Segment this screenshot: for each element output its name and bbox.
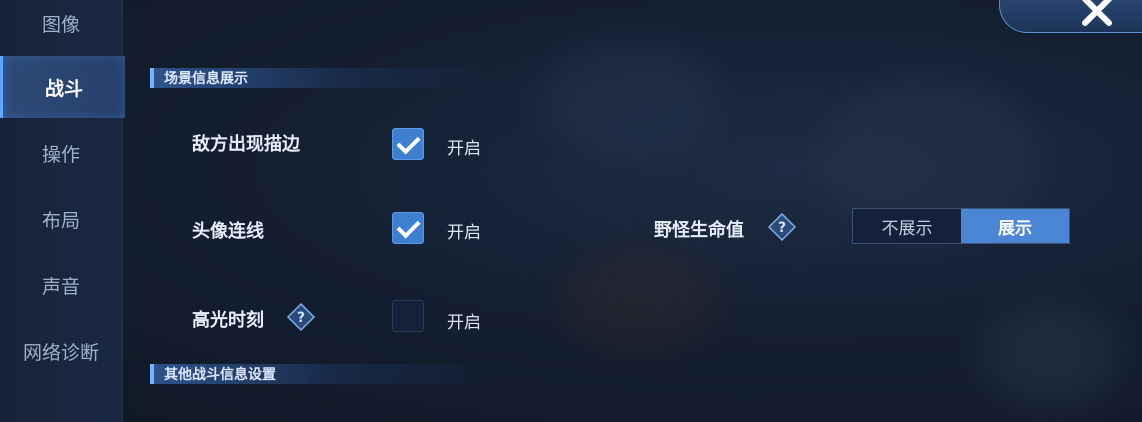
sidebar-item-layout[interactable]: 布局: [0, 188, 122, 250]
sidebar-item-operation[interactable]: 操作: [0, 122, 122, 184]
checkmark-icon: [396, 130, 421, 155]
sidebar-item-label: 声音: [41, 275, 80, 298]
highlight-moment-state: 开启: [447, 313, 481, 333]
monster-hp-label: 野怪生命值: [654, 220, 744, 241]
highlight-moment-label: 高光时刻: [192, 310, 264, 331]
sidebar-item-network-diagnosis[interactable]: 网络诊断: [0, 320, 122, 382]
section-title: 其他战斗信息设置: [164, 367, 276, 383]
enemy-outline-checkbox[interactable]: [392, 128, 424, 160]
avatar-link-checkbox[interactable]: [392, 212, 424, 244]
section-title: 场景信息展示: [164, 71, 248, 87]
avatar-link-state: 开启: [447, 223, 481, 243]
background-blur: [560, 250, 720, 350]
enemy-outline-label: 敌方出现描边: [192, 134, 300, 155]
help-diamond-icon[interactable]: ?: [286, 302, 316, 332]
enemy-outline-state: 开启: [447, 139, 481, 159]
option-label: 展示: [998, 218, 1032, 239]
monster-hp-toggle: 不展示 展示: [852, 208, 1070, 244]
section-header-scene-info: 场景信息展示: [150, 68, 490, 88]
sidebar-item-label: 战斗: [44, 77, 83, 100]
sidebar-item-battle[interactable]: 战斗: [0, 56, 125, 118]
sidebar-item-label: 布局: [41, 209, 80, 232]
close-button[interactable]: [999, 0, 1142, 33]
monster-hp-option-show[interactable]: 展示: [961, 209, 1069, 243]
close-icon: [1082, 0, 1112, 26]
monster-hp-option-hide[interactable]: 不展示: [853, 209, 961, 243]
background-blur: [540, 40, 720, 160]
checkmark-icon: [396, 214, 421, 239]
sidebar-item-image[interactable]: 图像: [0, 0, 122, 54]
sidebar-item-label: 网络诊断: [22, 341, 99, 364]
background-blur: [980, 300, 1120, 410]
option-label: 不展示: [881, 218, 933, 239]
section-header-other-battle-info: 其他战斗信息设置: [150, 364, 490, 384]
settings-sidebar: 图像 战斗 操作 布局 声音 网络诊断: [0, 0, 125, 422]
avatar-link-label: 头像连线: [192, 221, 264, 242]
help-diamond-icon[interactable]: ?: [767, 212, 797, 242]
svg-text:?: ?: [778, 220, 786, 236]
svg-text:?: ?: [297, 310, 305, 326]
highlight-moment-checkbox[interactable]: [392, 300, 424, 332]
sidebar-item-label: 图像: [41, 13, 80, 36]
sidebar-item-label: 操作: [41, 143, 80, 166]
sidebar-item-sound[interactable]: 声音: [0, 254, 122, 316]
